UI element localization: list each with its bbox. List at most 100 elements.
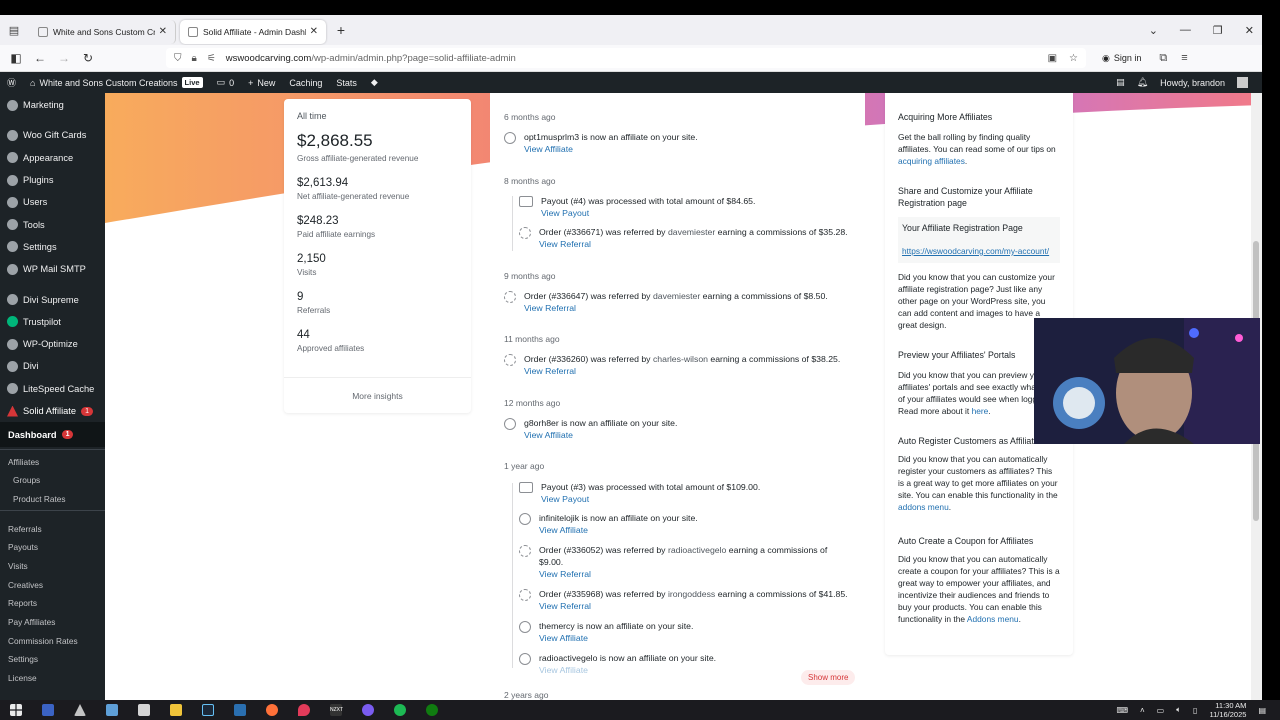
submenu-reports[interactable]: Reports [0, 594, 105, 613]
spotify-icon[interactable] [394, 704, 406, 716]
sidebar-item-divi-supreme[interactable]: Divi Supreme [0, 288, 105, 310]
lock-icon[interactable]: 🔒︎ [192, 53, 197, 64]
new-content-link[interactable]: + New [241, 78, 282, 88]
site-name-link[interactable]: ⌂ White and Sons Custom Creations Live [23, 77, 210, 88]
addons-menu-link[interactable]: Addons menu [967, 614, 1019, 624]
sidebar-item-divi[interactable]: Divi [0, 355, 105, 377]
browser-tab-active[interactable]: Solid Affiliate - Admin Dashboard ✕ [180, 19, 326, 44]
sidebar-item-wp-optimize[interactable]: WP-Optimize [0, 333, 105, 355]
sign-in-button[interactable]: ◉ Sign in [1102, 53, 1141, 64]
tab-close-icon[interactable]: ✕ [310, 26, 318, 37]
submenu-license[interactable]: License [0, 669, 105, 688]
sidebar-item-wp-mail-smtp[interactable]: WP Mail SMTP [0, 258, 105, 280]
view-affiliate-link[interactable]: View Affiliate [539, 632, 693, 644]
sidebar-item-litespeed-cache[interactable]: LiteSpeed Cache [0, 378, 105, 400]
stats-link[interactable]: Stats [329, 78, 364, 88]
app-icon[interactable] [234, 704, 246, 716]
wordpress-logo-icon[interactable]: Ⓦ [0, 76, 23, 89]
back-icon[interactable]: ← [28, 51, 52, 65]
volume-icon[interactable]: 🔈︎ [1176, 705, 1181, 715]
sidebar-item-settings[interactable]: Settings [0, 236, 105, 258]
network-icon[interactable]: ▭ [1157, 706, 1165, 715]
clock[interactable]: 11:30 AM 11/16/2025 [1209, 701, 1246, 719]
bookmark-star-icon[interactable]: ☆ [1069, 53, 1078, 64]
submenu-visits[interactable]: Visits [0, 557, 105, 576]
submenu-referrals[interactable]: Referrals [0, 519, 105, 538]
more-insights-link[interactable]: More insights [284, 377, 471, 413]
view-payout-link[interactable]: View Payout [541, 207, 755, 219]
chevron-up-icon[interactable]: ˄ [1140, 706, 1145, 715]
show-more-button[interactable]: Show more [801, 670, 856, 685]
sidebar-item-users[interactable]: Users [0, 191, 105, 213]
submenu-commission-rates[interactable]: Commission Rates [0, 631, 105, 650]
submenu-settings[interactable]: Settings [0, 650, 105, 669]
addons-menu-link[interactable]: addons menu [898, 502, 949, 512]
submenu-affiliates[interactable]: Affiliates [0, 452, 105, 471]
view-referral-link[interactable]: View Referral [539, 568, 839, 580]
sidebar-item-woo-gift-cards[interactable]: Woo Gift Cards [0, 124, 105, 146]
preview-here-link[interactable]: here [972, 406, 989, 416]
chevron-down-icon[interactable]: ⌄ [1149, 24, 1158, 37]
xbox-icon[interactable] [426, 704, 438, 716]
comments-link[interactable]: ▭ 0 [210, 77, 242, 88]
submenu-pay-affiliates[interactable]: Pay Affiliates [0, 613, 105, 632]
view-payout-link[interactable]: View Payout [541, 493, 760, 505]
avatar[interactable] [1237, 77, 1248, 88]
app-icon[interactable] [362, 704, 374, 716]
howdy-user[interactable]: Howdy, brandon [1160, 78, 1225, 88]
submenu-groups[interactable]: Groups [0, 471, 105, 490]
permissions-icon[interactable]: ⚟ [207, 53, 216, 64]
maximize-icon[interactable]: ❐ [1213, 24, 1223, 37]
tab-close-icon[interactable]: ✕ [159, 26, 167, 37]
maps-icon[interactable] [298, 704, 310, 716]
sidebar-item-solid-affiliate[interactable]: Solid Affiliate 1 [0, 399, 105, 423]
caching-link[interactable]: Caching [282, 78, 329, 88]
view-affiliate-link[interactable]: View Affiliate [524, 143, 698, 155]
app-icon[interactable] [42, 704, 54, 716]
view-affiliate-link[interactable]: View Affiliate [524, 429, 677, 441]
app-icon[interactable] [138, 704, 150, 716]
view-affiliate-link[interactable]: View Affiliate [539, 524, 698, 536]
reload-icon[interactable]: ↻ [76, 51, 100, 65]
app-icon[interactable] [106, 704, 118, 716]
browser-tab[interactable]: White and Sons Custom Creations ✕ [30, 19, 176, 44]
acquiring-affiliates-link[interactable]: acquiring affiliates [898, 156, 965, 166]
forward-icon[interactable]: → [52, 51, 76, 65]
sidebar-toggle-icon[interactable]: ◧ [4, 51, 28, 65]
address-bar[interactable]: ⛉ 🔒︎ ⚟ wswoodcarving.com /wp-admin/admin… [166, 48, 1086, 68]
view-referral-link[interactable]: View Referral [524, 365, 840, 377]
extensions-icon[interactable]: ⧉ [1159, 52, 1167, 65]
firefox-icon[interactable] [266, 704, 278, 716]
battery-icon[interactable]: ▯ [1193, 706, 1197, 715]
app-icon[interactable] [74, 704, 86, 716]
view-referral-link[interactable]: View Referral [539, 600, 848, 612]
sidebar-item-marketing[interactable]: Marketing [0, 94, 105, 116]
diamond-icon[interactable]: ◆ [364, 77, 385, 88]
sidebar-item-tools[interactable]: Tools [0, 213, 105, 235]
submenu-product-rates[interactable]: Product Rates [0, 490, 105, 509]
notification-bell-icon[interactable]: 🔔︎ [1137, 77, 1148, 88]
sidebar-item-plugins[interactable]: Plugins [0, 169, 105, 191]
menu-icon[interactable]: ≡ [1181, 52, 1187, 65]
sidebar-item-trustpilot[interactable]: Trustpilot [0, 311, 105, 333]
file-explorer-icon[interactable] [170, 704, 182, 716]
shield-icon[interactable]: ⛉ [174, 53, 182, 64]
close-window-icon[interactable]: ✕ [1245, 24, 1254, 37]
steam-icon[interactable] [202, 704, 214, 716]
divi-icon[interactable]: ▤ [1116, 77, 1125, 88]
submenu-creatives[interactable]: Creatives [0, 575, 105, 594]
view-referral-link[interactable]: View Referral [539, 238, 848, 250]
tab-list-icon[interactable]: ▤ [0, 15, 28, 45]
reader-view-icon[interactable]: ▣ [1048, 53, 1057, 64]
notifications-icon[interactable]: ▤ [1258, 706, 1266, 715]
view-affiliate-link[interactable]: View Affiliate [539, 664, 716, 676]
new-tab-icon[interactable]: + [328, 22, 354, 38]
registration-page-link[interactable]: https://wswoodcarving.com/my-account/ [902, 245, 1056, 257]
next-app-icon[interactable]: NZXT [330, 704, 343, 716]
minimize-icon[interactable]: — [1180, 24, 1191, 36]
submenu-dashboard[interactable]: Dashboard 1 [0, 422, 105, 448]
keyboard-icon[interactable]: ⌨ [1116, 706, 1128, 715]
view-referral-link[interactable]: View Referral [524, 302, 828, 314]
submenu-payouts[interactable]: Payouts [0, 538, 105, 557]
start-icon[interactable] [10, 704, 22, 716]
